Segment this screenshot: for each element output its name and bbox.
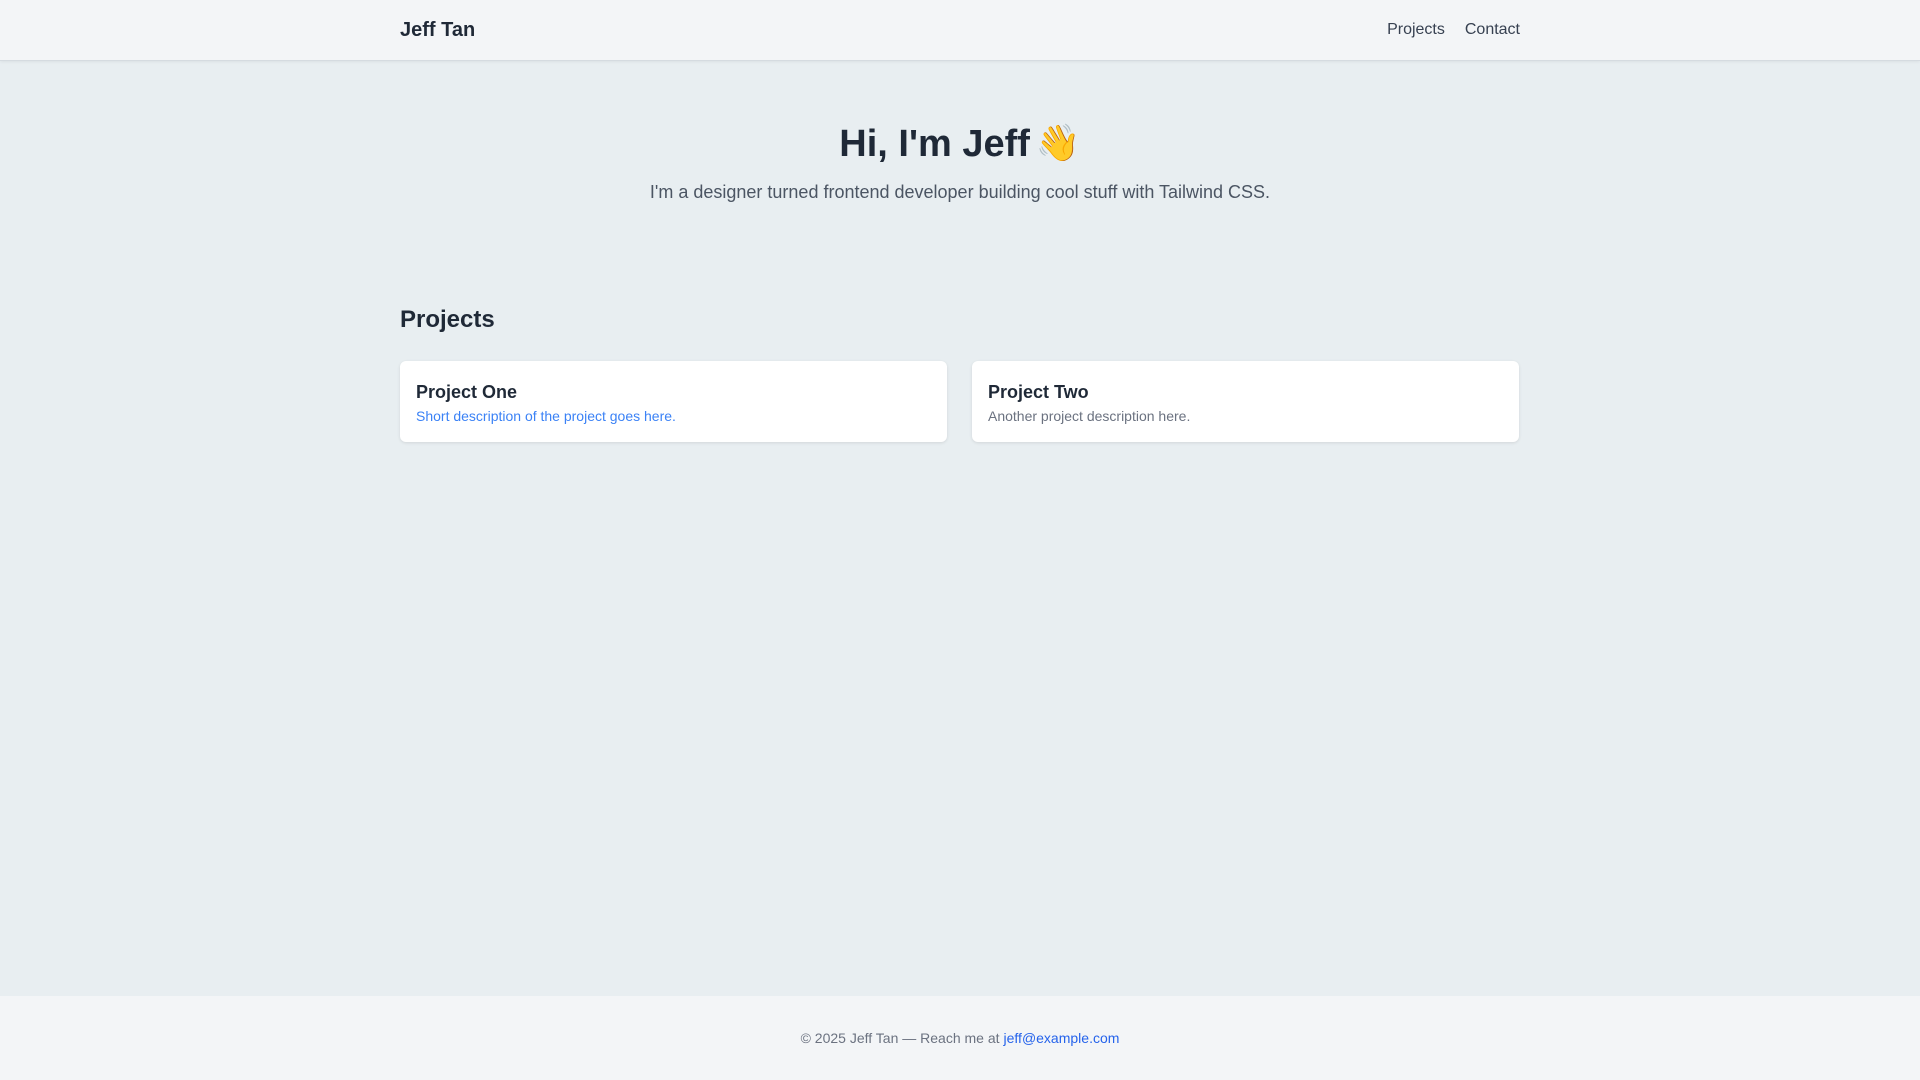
footer-text: © 2025 Jeff Tan — Reach me at xyxy=(800,1030,1000,1046)
project-card-one[interactable]: Project One Short description of the pro… xyxy=(400,361,947,442)
header-inner: Jeff Tan Projects Contact xyxy=(400,0,1520,60)
project-card-description-link[interactable]: Short description of the project goes he… xyxy=(416,406,931,426)
site-footer: © 2025 Jeff Tan — Reach me at jeff@examp… xyxy=(0,996,1920,1080)
project-card-title: Project One xyxy=(416,382,518,402)
hero-title-text: Hi, I'm Jeff xyxy=(839,123,1030,165)
projects-section: Projects Project One Short description o… xyxy=(400,303,1520,442)
project-cards: Project One Short description of the pro… xyxy=(400,361,1520,442)
project-card-two[interactable]: Project Two Another project description … xyxy=(972,361,1519,442)
projects-heading: Projects xyxy=(400,306,495,333)
footer-email-link[interactable]: jeff@example.com xyxy=(1004,1030,1120,1046)
hero-title: Hi, I'm Jeff 👋 xyxy=(0,118,1920,170)
main-nav: Projects Contact xyxy=(1387,21,1520,39)
site-header: Jeff Tan Projects Contact xyxy=(0,0,1920,60)
brand-link[interactable]: Jeff Tan xyxy=(400,19,475,42)
hero-section: Hi, I'm Jeff 👋 I'm a designer turned fron… xyxy=(0,118,1920,203)
nav-link-contact[interactable]: Contact xyxy=(1465,21,1520,39)
project-card-description: Another project description here. xyxy=(988,408,1191,424)
project-card-title: Project Two xyxy=(988,382,1089,402)
nav-link-projects[interactable]: Projects xyxy=(1387,21,1445,39)
hero-subtitle: I'm a designer turned frontend developer… xyxy=(649,182,1271,202)
waving-hand-icon: 👋 xyxy=(1035,123,1081,164)
